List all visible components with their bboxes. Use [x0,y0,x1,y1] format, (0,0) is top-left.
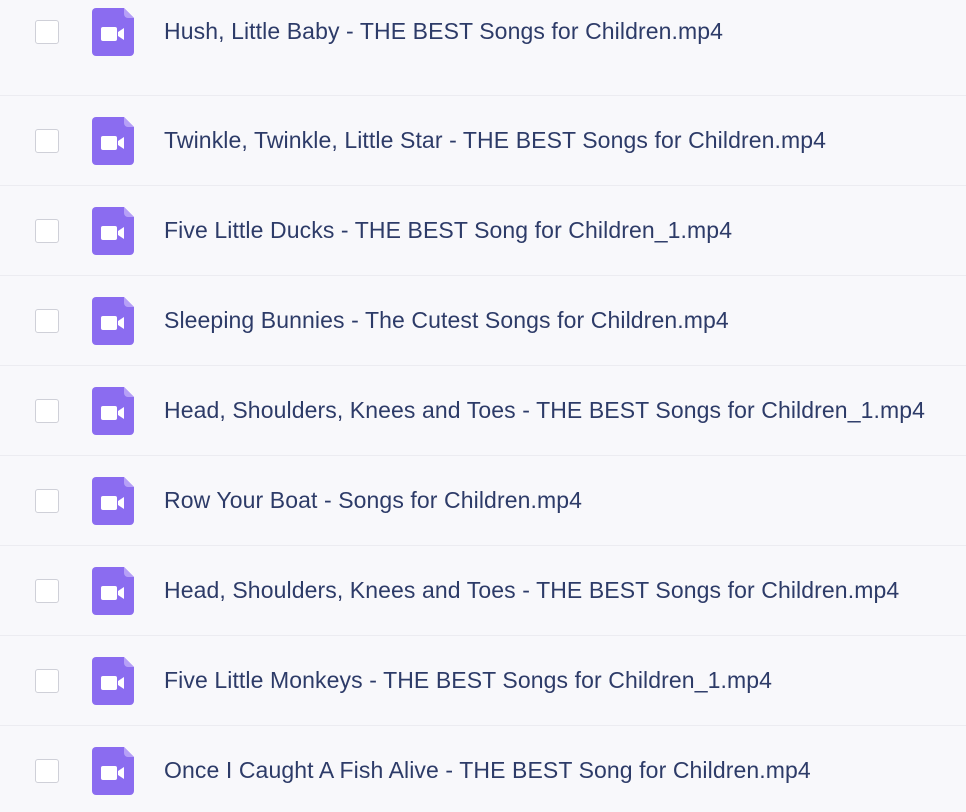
file-row[interactable]: Head, Shoulders, Knees and Toes - THE BE… [0,545,966,635]
row-checkbox[interactable] [35,308,59,333]
file-row[interactable]: Five Little Ducks - THE BEST Song for Ch… [0,185,966,275]
row-checkbox[interactable] [35,19,59,44]
video-file-icon [92,476,134,525]
file-name[interactable]: Head, Shoulders, Knees and Toes - THE BE… [164,577,899,604]
file-row[interactable]: Five Little Monkeys - THE BEST Songs for… [0,635,966,725]
file-row[interactable]: Once I Caught A Fish Alive - THE BEST So… [0,725,966,812]
row-checkbox[interactable] [35,218,59,243]
row-checkbox[interactable] [35,398,59,423]
row-checkbox[interactable] [35,578,59,603]
file-row[interactable]: Head, Shoulders, Knees and Toes - THE BE… [0,365,966,455]
video-file-icon [92,296,134,345]
row-checkbox[interactable] [35,758,59,783]
row-checkbox[interactable] [35,488,59,513]
video-file-icon [92,656,134,705]
file-name[interactable]: Hush, Little Baby - THE BEST Songs for C… [164,18,723,45]
file-name[interactable]: Row Your Boat - Songs for Children.mp4 [164,487,582,514]
file-row[interactable]: Hush, Little Baby - THE BEST Songs for C… [0,0,966,76]
file-name[interactable]: Five Little Ducks - THE BEST Song for Ch… [164,217,732,244]
file-row[interactable]: Sleeping Bunnies - The Cutest Songs for … [0,275,966,365]
row-checkbox[interactable] [35,128,59,153]
video-file-icon [92,7,134,56]
file-row[interactable]: Row Your Boat - Songs for Children.mp4 [0,455,966,545]
row-checkbox[interactable] [35,668,59,693]
file-row[interactable]: Twinkle, Twinkle, Little Star - THE BEST… [0,95,966,185]
file-name[interactable]: Five Little Monkeys - THE BEST Songs for… [164,667,772,694]
file-name[interactable]: Sleeping Bunnies - The Cutest Songs for … [164,307,729,334]
video-file-icon [92,116,134,165]
file-list: Hush, Little Baby - THE BEST Songs for C… [0,0,966,812]
video-file-icon [92,386,134,435]
video-file-icon [92,746,134,795]
video-file-icon [92,206,134,255]
file-name[interactable]: Head, Shoulders, Knees and Toes - THE BE… [164,397,925,424]
file-name[interactable]: Once I Caught A Fish Alive - THE BEST So… [164,757,811,784]
file-name[interactable]: Twinkle, Twinkle, Little Star - THE BEST… [164,127,826,154]
video-file-icon [92,566,134,615]
